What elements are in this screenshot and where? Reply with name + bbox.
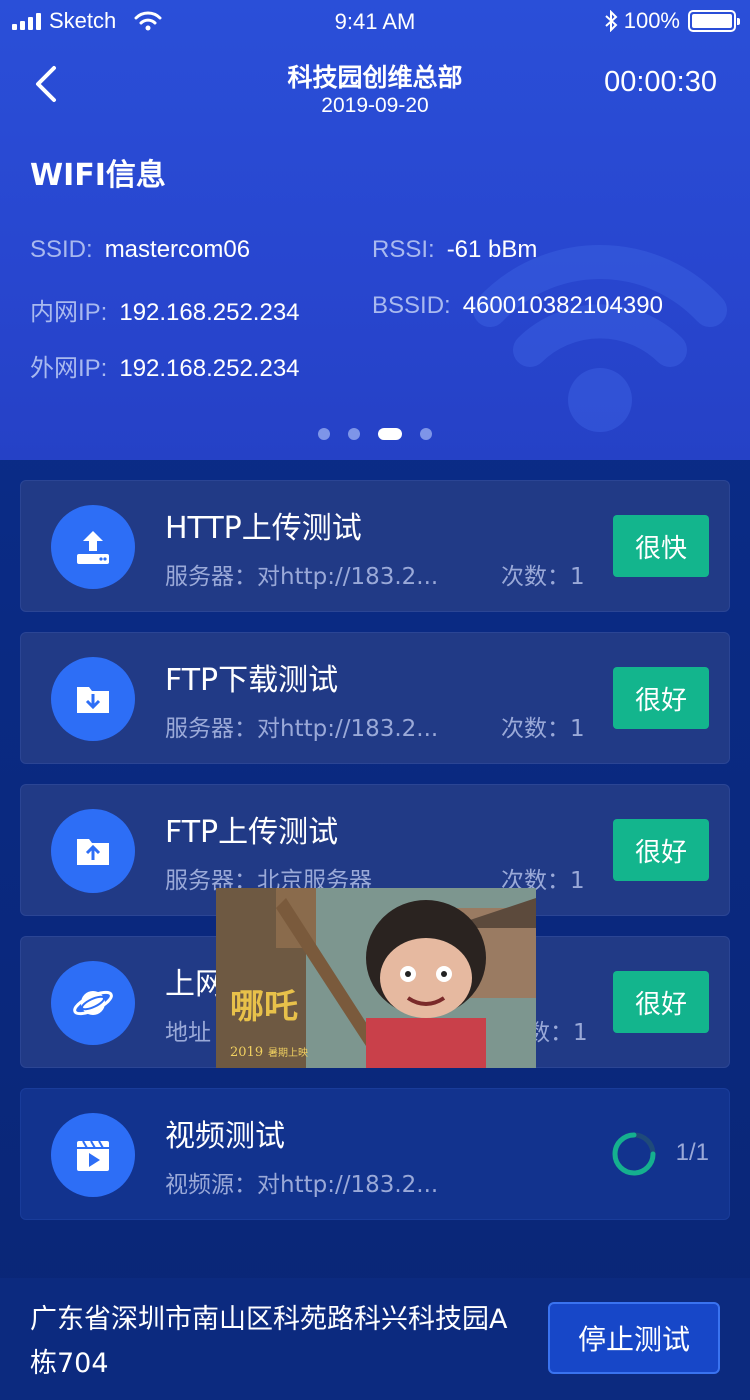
page-dot[interactable] [348, 428, 360, 440]
wan-ip-row: 外网IP: 192.168.252.234 [30, 348, 300, 383]
page-dot[interactable] [318, 428, 330, 440]
page-indicator[interactable] [0, 428, 750, 440]
test-server: 服务器：对http://183.2... [165, 716, 439, 742]
bottom-bar: 广东省深圳市南山区科苑路科兴科技园A栋704 停止测试 [0, 1278, 750, 1400]
battery-percent: 100% [623, 8, 680, 33]
svg-text:哪吒: 哪吒 [230, 987, 298, 1027]
page-dot-active[interactable] [378, 428, 402, 440]
test-server: 服务器：对http://183.2... [165, 564, 439, 590]
bluetooth-icon [605, 10, 618, 32]
video-progress: 1/1 [675, 1139, 709, 1166]
upload-tray-icon [51, 505, 135, 589]
battery-icon [688, 10, 740, 32]
poster-year: 2019 [230, 1045, 263, 1060]
lan-ip-row: 内网IP: 192.168.252.234 [30, 292, 300, 327]
stop-test-button[interactable]: 停止测试 [548, 1302, 720, 1374]
lan-ip-value: 192.168.252.234 [119, 299, 300, 326]
poster-image: 哪吒 2019 暑期上映 [216, 888, 536, 1068]
bssid-value: 460010382104390 [462, 292, 663, 319]
video-clapper-icon [51, 1113, 135, 1197]
wan-ip-value: 192.168.252.234 [119, 355, 300, 382]
wan-ip-label: 外网IP: [30, 355, 108, 382]
poster-tagline: 暑期上映 [268, 1047, 308, 1059]
test-count: 次数：1 [501, 564, 585, 590]
folder-download-icon [51, 657, 135, 741]
nav-bar: 科技园创维总部 2019-09-20 00:00:30 [0, 50, 750, 130]
ssid-row: SSID: mastercom06 [30, 236, 250, 264]
page-dot[interactable] [420, 428, 432, 440]
loading-spinner-icon [612, 1132, 656, 1176]
status-bar: Sketch 9:41 AM 100% [0, 0, 750, 42]
status-badge: 很好 [613, 971, 709, 1033]
status-badge: 很好 [613, 819, 709, 881]
test-title: FTP下载测试 [165, 663, 339, 698]
elapsed-timer: 00:00:30 [604, 66, 717, 98]
test-title: HTTP上传测试 [165, 511, 362, 546]
test-title: 视频测试 [165, 1119, 285, 1154]
wifi-section-title: WIFI信息 [30, 158, 166, 193]
bssid-label: BSSID: [372, 292, 451, 319]
location-address: 广东省深圳市南山区科苑路科兴科技园A栋704 [30, 1304, 508, 1379]
bssid-row: BSSID: 460010382104390 [372, 292, 663, 320]
test-title: FTP上传测试 [165, 815, 339, 850]
planet-icon [51, 961, 135, 1045]
header: Sketch 9:41 AM 100% 科技园创维总部 2019-09-20 0… [0, 0, 750, 460]
test-count: 次数：1 [501, 716, 585, 742]
test-card-ftp-download[interactable]: FTP下载测试 服务器：对http://183.2... 次数：1 很好 [20, 632, 730, 764]
folder-upload-icon [51, 809, 135, 893]
ssid-value: mastercom06 [104, 236, 251, 263]
lan-ip-label: 内网IP: [30, 299, 108, 326]
test-count: 数：1 [527, 1020, 588, 1046]
page: Sketch 9:41 AM 100% 科技园创维总部 2019-09-20 0… [0, 0, 750, 1400]
test-card-video[interactable]: 视频测试 视频源：对http://183.2... 1/1 [20, 1088, 730, 1220]
floating-video-poster[interactable]: 哪吒 2019 暑期上映 [216, 888, 536, 1068]
status-badge: 很快 [613, 515, 709, 577]
rssi-row: RSSI: -61 bBm [372, 236, 537, 264]
rssi-value: -61 bBm [446, 236, 538, 263]
ssid-label: SSID: [30, 236, 93, 263]
status-badge: 很好 [613, 667, 709, 729]
video-source: 视频源：对http://183.2... [165, 1172, 439, 1198]
rssi-label: RSSI: [372, 236, 435, 263]
test-card-http-upload[interactable]: HTTP上传测试 服务器：对http://183.2... 次数：1 很快 [20, 480, 730, 612]
